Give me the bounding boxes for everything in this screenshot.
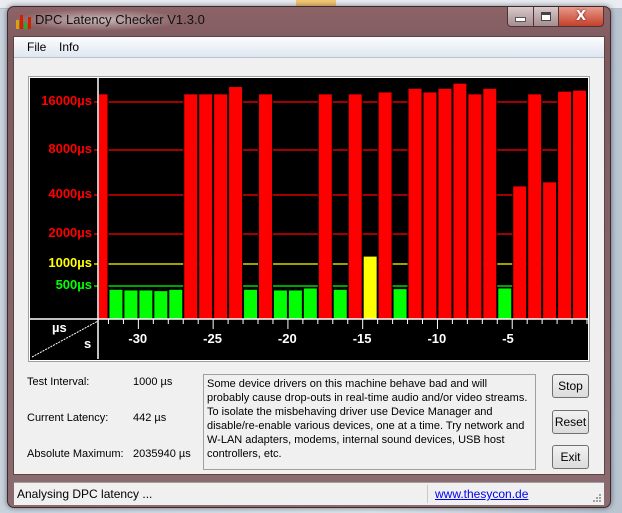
bar-27 xyxy=(482,87,498,320)
latency-chart: 16000µs 8000µs 4000µs 2000µs 1000µs 500µs -30… xyxy=(28,76,590,362)
exit-button[interactable]: Exit xyxy=(552,445,589,469)
diagnosis-message: Some device drivers on this machine beha… xyxy=(203,374,536,470)
bar-7 xyxy=(183,93,199,320)
website-link[interactable]: www.thesycon.de xyxy=(435,487,528,501)
close-icon: X xyxy=(575,9,587,24)
status-separator xyxy=(427,485,428,503)
menu-bar: File Info xyxy=(14,37,604,58)
corner-label-us: µs xyxy=(52,320,67,335)
y-tick-label-500: 500µs xyxy=(55,277,92,292)
app-bar-chart-icon xyxy=(16,14,32,29)
close-button[interactable]: X xyxy=(559,7,604,27)
title-bar[interactable]: DPC Latency Checker V1.3.0 X xyxy=(8,7,610,35)
bar-22 xyxy=(407,87,423,320)
bar-13 xyxy=(272,289,288,320)
bar-8 xyxy=(198,93,214,320)
test-interval-value: 1000 µs xyxy=(133,376,173,388)
bar-19 xyxy=(362,255,378,320)
bar-1 xyxy=(98,93,109,320)
x-tick-label--20: -20 xyxy=(277,331,297,346)
bar-6 xyxy=(168,288,184,320)
window-title: DPC Latency Checker V1.3.0 xyxy=(35,12,205,27)
minimize-button[interactable] xyxy=(507,7,534,27)
y-tick-label-16000: 16000µs xyxy=(41,93,92,108)
bar-17 xyxy=(332,288,348,320)
bar-33 xyxy=(572,89,588,320)
latency-chart-svg xyxy=(30,78,588,359)
stop-button[interactable]: Stop xyxy=(552,374,589,398)
bar-14 xyxy=(287,289,303,320)
bar-28 xyxy=(497,287,513,320)
bar-20 xyxy=(377,91,393,320)
bar-32 xyxy=(557,90,573,320)
app-window: DPC Latency Checker V1.3.0 X File Info 1… xyxy=(7,6,611,508)
bar-30 xyxy=(527,93,543,320)
bar-24 xyxy=(437,87,453,320)
x-tick-label--15: -15 xyxy=(352,331,372,346)
y-tick-label-1000: 1000µs xyxy=(48,255,92,270)
bar-21 xyxy=(392,288,408,320)
y-tick-label-2000: 2000µs xyxy=(48,225,92,240)
bar-31 xyxy=(542,181,558,320)
absolute-maximum-value: 2035940 µs xyxy=(133,448,191,460)
client-area: File Info 16000µs 8000µs 4000µs 2000µs 1000µ… xyxy=(13,36,605,505)
corner-label-s: s xyxy=(84,336,92,351)
bar-2 xyxy=(108,288,124,320)
menu-file[interactable]: File xyxy=(27,40,46,54)
bar-29 xyxy=(512,185,528,320)
x-tick-label--30: -30 xyxy=(128,331,148,346)
bar-15 xyxy=(302,287,318,320)
maximize-button[interactable] xyxy=(534,7,559,27)
resize-grip-icon[interactable] xyxy=(592,493,602,503)
bar-5 xyxy=(153,290,169,320)
bar-9 xyxy=(213,93,229,320)
absolute-maximum-label: Absolute Maximum: xyxy=(27,448,124,460)
bar-18 xyxy=(347,93,363,320)
current-latency-value: 442 µs xyxy=(133,412,167,424)
status-text: Analysing DPC latency ... xyxy=(17,487,153,501)
bar-23 xyxy=(422,91,438,320)
reset-button[interactable]: Reset xyxy=(552,410,589,434)
current-latency-label: Current Latency: xyxy=(27,412,109,424)
maximize-icon xyxy=(541,12,551,21)
minimize-icon xyxy=(515,17,526,22)
bar-16 xyxy=(317,93,333,320)
bar-26 xyxy=(467,93,483,320)
status-bar: Analysing DPC latency ... www.thesycon.d… xyxy=(14,482,604,505)
bar-25 xyxy=(452,82,468,320)
y-tick-label-8000: 8000µs xyxy=(48,141,92,156)
bar-4 xyxy=(138,289,154,320)
y-tick-label-4000: 4000µs xyxy=(48,186,92,201)
bar-12 xyxy=(258,93,273,320)
bar-10 xyxy=(228,86,244,320)
bar-3 xyxy=(123,289,139,320)
x-tick-label--25: -25 xyxy=(203,331,222,346)
test-interval-label: Test Interval: xyxy=(27,376,90,388)
x-tick-label--10: -10 xyxy=(427,331,447,346)
bar-11 xyxy=(243,288,259,320)
menu-info[interactable]: Info xyxy=(59,40,79,54)
x-tick-label--5: -5 xyxy=(502,331,514,346)
